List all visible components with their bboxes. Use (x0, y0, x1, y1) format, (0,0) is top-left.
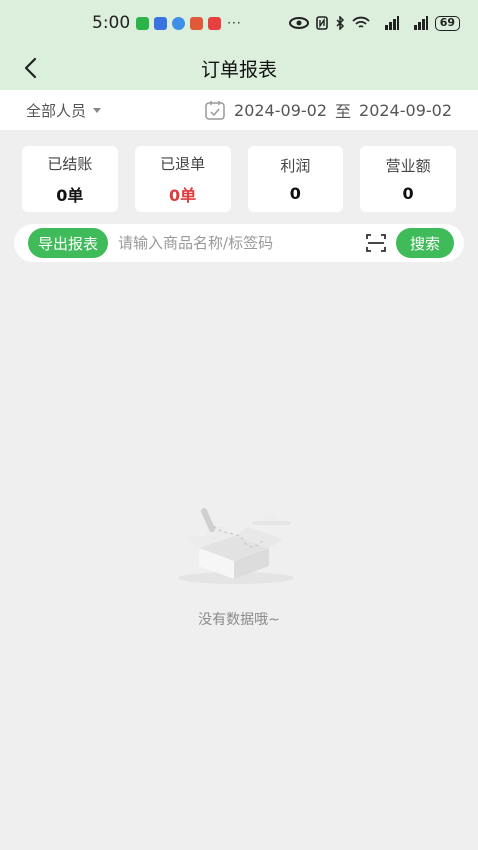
nfc-icon (315, 16, 328, 30)
news-icon (190, 16, 204, 30)
battery-icon: 69 (434, 15, 460, 31)
stat-label: 已结账 (47, 154, 93, 173)
bluetooth-icon (336, 16, 344, 30)
stat-value: 0单 (56, 185, 84, 205)
status-right: 69 (288, 15, 460, 31)
end-date: 2024-09-02 (359, 100, 452, 120)
start-date: 2024-09-02 (234, 100, 327, 120)
page-title: 订单报表 (200, 58, 277, 81)
status-bar: 5:00 ··· 69 (0, 0, 478, 46)
stat-value: 0 (402, 184, 414, 203)
back-button[interactable] (16, 54, 44, 82)
search-button[interactable]: 搜索 (395, 228, 454, 258)
stat-refunded: 已退单 0单 (134, 146, 231, 212)
eye-icon (288, 17, 309, 29)
mail-icon (208, 16, 222, 30)
chevron-left-icon (24, 57, 37, 79)
nav-bar: 订单报表 (0, 46, 478, 90)
empty-box-icon (178, 508, 294, 584)
person-filter-label: 全部人员 (26, 101, 87, 120)
stat-value: 0 (289, 184, 301, 203)
date-range-picker[interactable]: 2024-09-02 至 2024-09-02 (204, 98, 452, 122)
stat-revenue: 营业额 0 (360, 146, 456, 212)
stat-value: 0单 (169, 185, 197, 205)
signal-5g-icon (384, 16, 399, 30)
stat-label: 已退单 (160, 154, 206, 173)
export-report-button[interactable]: 导出报表 (28, 228, 109, 258)
search-input[interactable] (108, 234, 364, 252)
date-separator: 至 (335, 102, 352, 121)
calendar-icon (205, 101, 225, 120)
stat-checked-out: 已结账 0单 (22, 146, 118, 212)
notification-icons (136, 16, 222, 30)
wifi-icon (352, 16, 370, 28)
wechat-icon (136, 16, 150, 30)
person-filter-dropdown[interactable]: 全部人员 (26, 100, 102, 121)
stats-row: 已结账 0单 已退单 0单 利润 0 营业额 0 (22, 146, 456, 212)
status-time: 5:00 (92, 13, 131, 33)
filter-bar: 全部人员 2024-09-02 至 2024-09-02 (0, 90, 478, 130)
caret-down-icon (93, 107, 102, 113)
more-notifications: ··· (227, 16, 242, 30)
empty-state: 没有数据哦~ (0, 496, 478, 629)
stat-profit: 利润 0 (247, 146, 344, 212)
chat-icon (172, 16, 186, 30)
stat-label: 利润 (280, 157, 311, 175)
empty-text: 没有数据哦~ (198, 612, 280, 628)
stat-label: 营业额 (385, 157, 431, 175)
search-row: 导出报表 搜索 (14, 224, 464, 262)
signal-4g-icon (413, 16, 428, 30)
app-icon (154, 16, 168, 30)
scan-icon[interactable] (364, 231, 388, 255)
